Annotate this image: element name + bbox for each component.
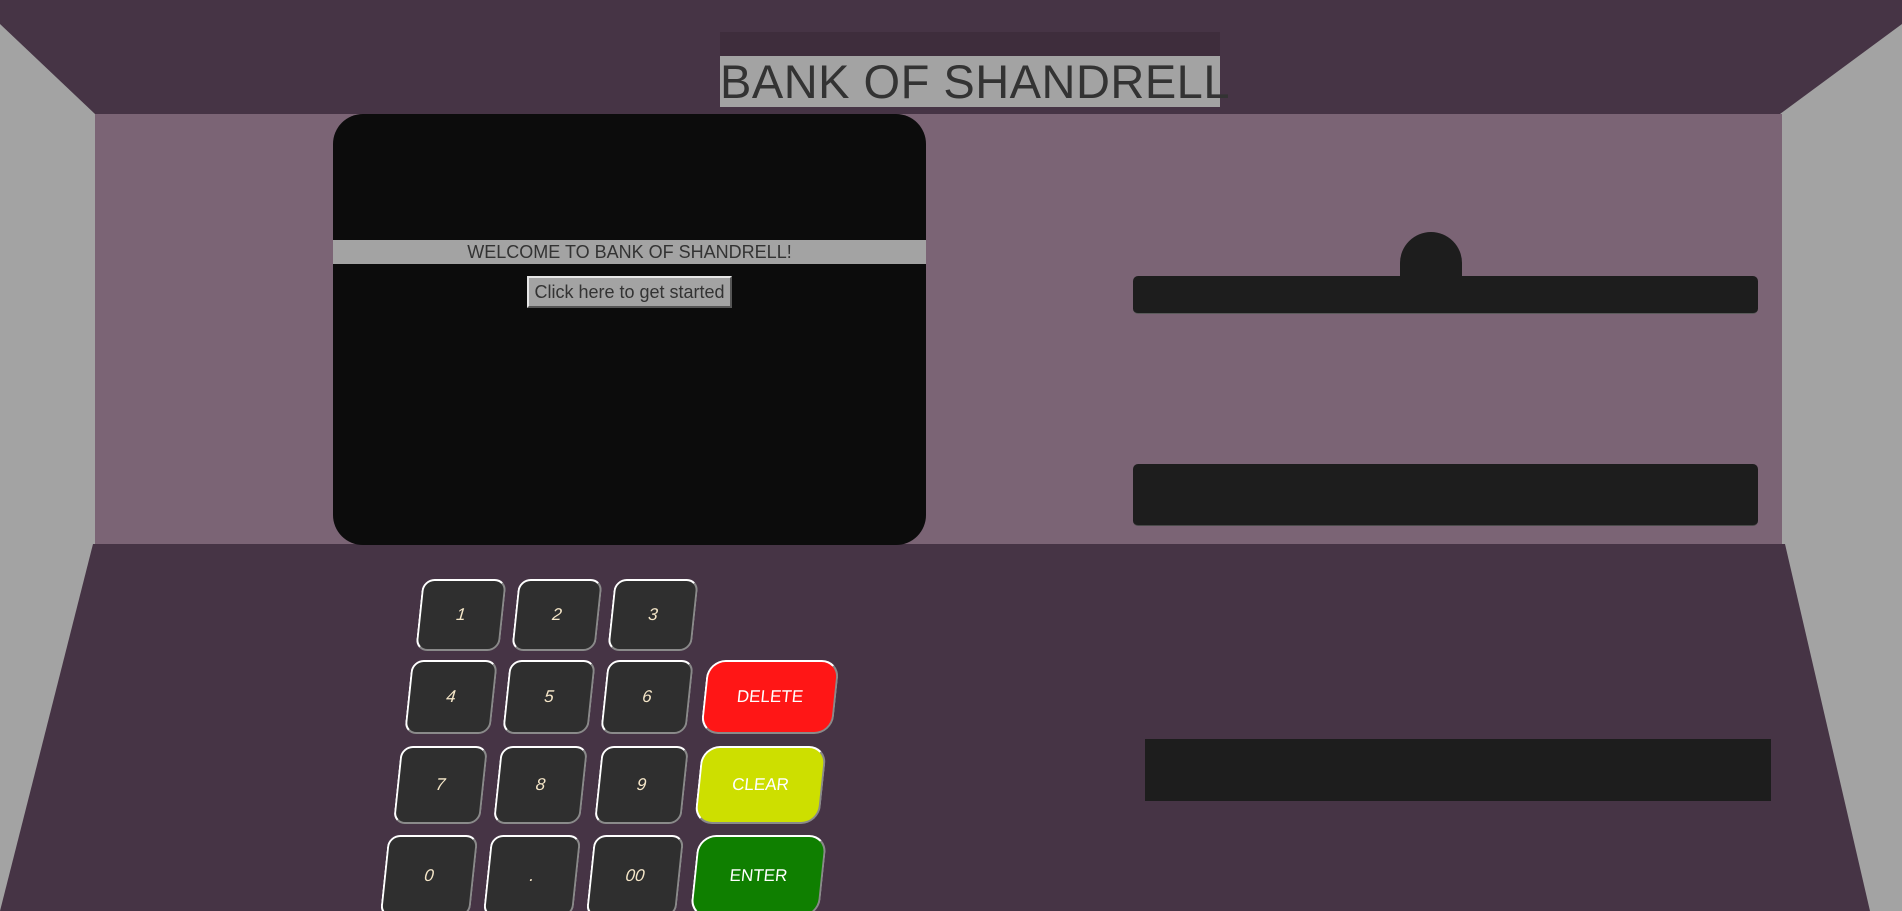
key-4[interactable]: 4: [404, 660, 498, 734]
bank-title: BANK OF SHANDRELL: [720, 55, 1230, 108]
welcome-message: WELCOME TO BANK OF SHANDRELL!: [333, 240, 926, 264]
key-double-zero[interactable]: 00: [585, 835, 685, 911]
get-started-button[interactable]: Click here to get started: [527, 276, 732, 308]
clear-button[interactable]: CLEAR: [693, 746, 828, 824]
key-1[interactable]: 1: [415, 579, 507, 651]
key-7[interactable]: 7: [392, 746, 489, 824]
key-5[interactable]: 5: [502, 660, 596, 734]
key-6[interactable]: 6: [600, 660, 694, 734]
atm-screen: WELCOME TO BANK OF SHANDRELL! Click here…: [333, 114, 926, 545]
key-3[interactable]: 3: [607, 579, 699, 651]
atm-bottom-frame: [0, 544, 1870, 911]
atm-machine: BANK OF SHANDRELL WELCOME TO BANK OF SHA…: [0, 0, 1902, 911]
key-2[interactable]: 2: [511, 579, 603, 651]
card-slot[interactable]: [1133, 276, 1758, 314]
key-9[interactable]: 9: [593, 746, 690, 824]
sign-strip: [720, 32, 1220, 56]
key-0[interactable]: 0: [379, 835, 479, 911]
enter-button[interactable]: ENTER: [689, 835, 828, 911]
key-decimal[interactable]: .: [482, 835, 582, 911]
key-8[interactable]: 8: [492, 746, 589, 824]
delete-button[interactable]: DELETE: [700, 660, 840, 734]
cash-dispenser[interactable]: [1145, 739, 1771, 801]
receipt-slot[interactable]: [1133, 464, 1758, 526]
